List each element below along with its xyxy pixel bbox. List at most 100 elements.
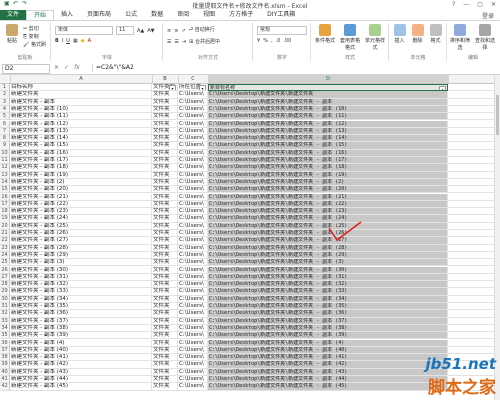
fx-icon[interactable]: fx	[74, 64, 80, 71]
cell-file-type[interactable]: 文件夹	[152, 164, 178, 172]
header-cell-e[interactable]	[448, 84, 498, 92]
cell-new-target-name[interactable]: C:\Users\Desktop\新建文件夹\新建文件夹 - 副本 (40)	[208, 346, 448, 355]
cell-location[interactable]: C:\Users\	[178, 354, 208, 362]
cell-empty[interactable]	[448, 237, 498, 245]
cell-location[interactable]: C:\Users\	[178, 281, 208, 289]
tab-page-layout[interactable]: 页面布局	[80, 10, 118, 20]
cell-empty[interactable]	[448, 178, 498, 187]
cell-target-name[interactable]: 新建文件夹 - 副本 (18)	[10, 164, 152, 172]
row-number[interactable]: 25	[0, 259, 10, 267]
column-header-e[interactable]	[448, 75, 500, 83]
format-as-table-button[interactable]: 套用表格格式	[338, 24, 362, 51]
cell-new-target-name[interactable]: C:\Users\Desktop\新建文件夹\新建文件夹 - 副本 (33)	[208, 288, 448, 296]
conditional-format-button[interactable]: 条件格式	[313, 24, 337, 44]
cell-empty[interactable]	[448, 317, 498, 325]
column-header-a[interactable]: A	[10, 75, 153, 83]
cell-new-target-name[interactable]: C:\Users\Desktop\新建文件夹\新建文件夹 - 副本 (34)	[208, 295, 448, 303]
header-cell-b[interactable]: 文件类型 ▾	[152, 84, 178, 92]
cell-new-target-name[interactable]: C:\Users\Desktop\新建文件夹\新建文件夹 - 副本 (18)	[208, 164, 448, 172]
cell-new-target-name[interactable]: C:\Users\Desktop\新建文件夹\新建文件夹 - 副本 (14)	[208, 135, 448, 143]
cell-file-type[interactable]: 文件夹	[152, 288, 178, 296]
header-cell-a[interactable]: 目标名称	[10, 84, 152, 92]
cell-new-target-name[interactable]: C:\Users\Desktop\新建文件夹\新建文件夹 - 副本 (11)	[208, 113, 448, 121]
cell-new-target-name[interactable]: C:\Users\Desktop\新建文件夹\新建文件夹 - 副本 (42)	[208, 361, 448, 369]
name-box[interactable]: D2	[2, 64, 50, 74]
row-number[interactable]: 30	[0, 295, 10, 303]
cell-empty[interactable]	[448, 215, 498, 223]
cell-target-name[interactable]: 新建文件夹 - 副本 (26)	[10, 230, 152, 238]
tab-home[interactable]: 开始	[26, 10, 55, 20]
cell-file-type[interactable]: 文件夹	[152, 259, 178, 267]
align-top-icon[interactable]: ≡	[167, 28, 171, 34]
cell-new-target-name[interactable]: C:\Users\Desktop\新建文件夹\新建文件夹 - 副本 (23)	[208, 208, 448, 216]
cell-location[interactable]: C:\Users\	[178, 113, 208, 121]
fill-color-icon[interactable]: ◆	[81, 38, 85, 44]
orientation-icon[interactable]: ↗	[181, 28, 185, 34]
cell-location[interactable]: C:\Users\	[178, 208, 208, 216]
cell-target-name[interactable]: 新建文件夹 - 副本 (43)	[10, 368, 152, 376]
cell-location[interactable]: C:\Users\	[178, 149, 208, 157]
cell-styles-button[interactable]: 单元格样式	[363, 24, 387, 51]
row-number[interactable]: 31	[0, 303, 10, 311]
enter-icon[interactable]: ✓	[64, 64, 69, 71]
cell-location[interactable]: C:\Users\	[178, 273, 208, 282]
cell-target-name[interactable]: 新建文件夹 - 副本 (37)	[10, 317, 152, 325]
cell-location[interactable]: C:\Users\	[178, 120, 208, 128]
cell-location[interactable]: C:\Users\	[178, 178, 208, 187]
cell-target-name[interactable]: 新建文件夹 - 副本 (20)	[10, 186, 152, 194]
cell-empty[interactable]	[448, 310, 498, 318]
cell-file-type[interactable]: 文件夹	[152, 266, 178, 274]
cell-target-name[interactable]: 新建文件夹 - 副本 (30)	[10, 266, 152, 274]
align-left-icon[interactable]: ☰	[167, 39, 171, 45]
row-number[interactable]: 14	[0, 178, 10, 187]
row-number[interactable]: 38	[0, 354, 10, 362]
cell-file-type[interactable]: 文件夹	[152, 244, 178, 252]
cell-location[interactable]: C:\Users\	[178, 127, 208, 136]
cell-empty[interactable]	[448, 149, 498, 157]
cell-new-target-name[interactable]: C:\Users\Desktop\新建文件夹\新建文件夹 - 副本 (10)	[208, 105, 448, 114]
cell-file-type[interactable]: 文件夹	[152, 376, 178, 384]
cell-file-type[interactable]: 文件夹	[152, 142, 178, 150]
tab-review[interactable]: 审阅	[170, 10, 196, 20]
increase-decimal-icon[interactable]: .0	[276, 38, 281, 44]
row-number[interactable]: 3	[0, 98, 10, 106]
close-icon[interactable]: ✕	[491, 1, 496, 8]
cell-empty[interactable]	[448, 230, 498, 238]
tab-file[interactable]: 文件	[0, 10, 27, 20]
cell-target-name[interactable]: 新建文件夹 - 副本 (28)	[10, 244, 152, 252]
cell-file-type[interactable]: 文件夹	[152, 98, 178, 106]
cell-new-target-name[interactable]: C:\Users\Desktop\新建文件夹\新建文件夹 - 副本 (17)	[208, 157, 448, 165]
cell-target-name[interactable]: 新建文件夹 - 副本 (14)	[10, 135, 152, 143]
font-size-select[interactable]: 11	[116, 26, 134, 35]
cell-new-target-name[interactable]: C:\Users\Desktop\新建文件夹\新建文件夹 - 副本 (15)	[208, 142, 448, 150]
cell-file-type[interactable]: 文件夹	[152, 200, 178, 209]
cell-empty[interactable]	[448, 339, 498, 347]
cell-file-type[interactable]: 文件夹	[152, 324, 178, 333]
cell-empty[interactable]	[448, 303, 498, 311]
cell-target-name[interactable]: 新建文件夹 - 副本 (12)	[10, 120, 152, 128]
cell-target-name[interactable]: 新建文件夹 - 副本 (44)	[10, 376, 152, 384]
cell-file-type[interactable]: 文件夹	[152, 237, 178, 245]
tab-diy-toolbox[interactable]: DIY工具箱	[260, 10, 302, 20]
cell-new-target-name[interactable]: C:\Users\Desktop\新建文件夹\新建文件夹 - 副本 (16)	[208, 149, 448, 157]
cell-new-target-name[interactable]: C:\Users\Desktop\新建文件夹\新建文件夹 - 副本 (41)	[208, 354, 448, 362]
indent-icon[interactable]: ⇥	[182, 39, 186, 45]
cell-location[interactable]: C:\Users\	[178, 215, 208, 223]
cell-target-name[interactable]: 新建文件夹 - 副本 (3)	[10, 259, 152, 267]
cell-target-name[interactable]: 新建文件夹 - 副本 (34)	[10, 295, 152, 303]
worksheet-grid[interactable]: A B C D 1 目标名称 文件类型 ▾ 所在位置 ▾ 新目标名称 ▾ 2 新建文件夹…	[0, 75, 500, 400]
insert-button[interactable]: 插入	[391, 24, 408, 44]
header-cell-c[interactable]: 所在位置 ▾	[178, 84, 208, 92]
row-number[interactable]: 24	[0, 251, 10, 260]
font-color-icon[interactable]: A	[88, 38, 91, 44]
row-number[interactable]: 23	[0, 244, 10, 252]
cell-file-type[interactable]: 文件夹	[152, 230, 178, 238]
cell-target-name[interactable]: 新建文件夹 - 副本 (2)	[10, 178, 152, 187]
cell-empty[interactable]	[448, 157, 498, 165]
cell-file-type[interactable]: 文件夹	[152, 251, 178, 260]
column-header-b[interactable]: B	[152, 75, 179, 83]
row-number[interactable]: 15	[0, 186, 10, 194]
cell-empty[interactable]	[448, 164, 498, 172]
cell-new-target-name[interactable]: C:\Users\Desktop\新建文件夹\新建文件夹 - 副本 (20)	[208, 186, 448, 194]
paste-button[interactable]: 粘贴	[3, 24, 21, 44]
